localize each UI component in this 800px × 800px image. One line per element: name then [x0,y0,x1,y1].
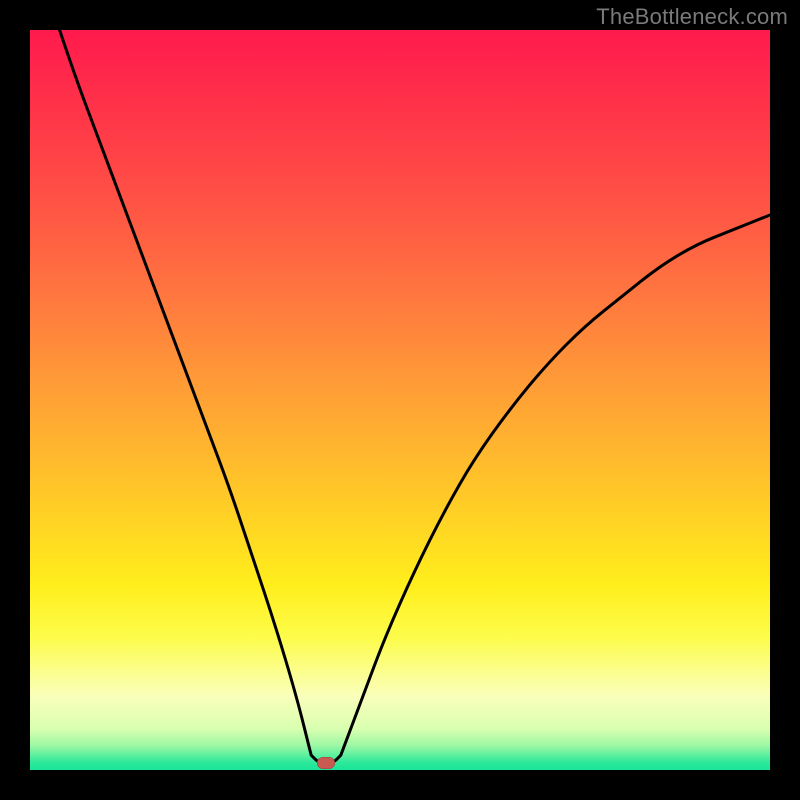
chart-frame: TheBottleneck.com [0,0,800,800]
optimum-marker [317,757,335,769]
plot-area [30,30,770,770]
bottleneck-curve [30,30,770,770]
watermark-text: TheBottleneck.com [596,4,788,30]
